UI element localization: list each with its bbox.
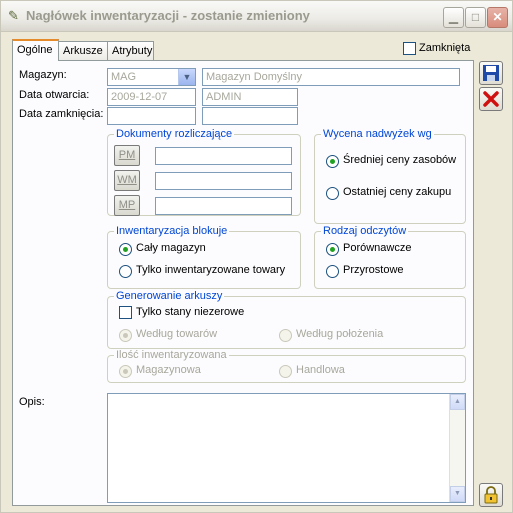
opis-label: Opis: xyxy=(19,396,45,408)
dokumenty-title: Dokumenty rozliczające xyxy=(114,128,235,140)
document-edit-icon: ✎ xyxy=(8,8,19,23)
window-title: Nagłówek inwentaryzacji - zostanie zmien… xyxy=(26,8,310,23)
ilosc-handlowa-radio[interactable] xyxy=(279,365,292,378)
generowanie-title: Generowanie arkuszy xyxy=(114,290,225,302)
wycena-srednia-label: Średniej ceny zasobów xyxy=(343,154,457,166)
closed-checkbox-label: Zamknięta xyxy=(419,42,471,54)
tab-arkusze[interactable]: Arkusze xyxy=(58,41,108,60)
wedlug-polozenia-label: Według położenia xyxy=(296,328,384,340)
magazyn-name-field[interactable]: Magazyn Domyślny xyxy=(202,68,460,86)
tab-label: Atrybuty xyxy=(112,45,153,57)
pm-button[interactable]: PM xyxy=(114,145,140,166)
ilosc-group: Ilość inwentaryzowana Magazynowa Handlow… xyxy=(107,349,466,383)
odczyty-przyrostowe-label: Przyrostowe xyxy=(343,264,404,276)
lock-icon xyxy=(484,486,498,504)
close-button[interactable]: ✕ xyxy=(487,7,508,28)
data-otwarcia-field[interactable]: 2009-12-07 xyxy=(107,88,196,106)
blokuje-group: Inwentaryzacja blokuje Cały magazyn Tylk… xyxy=(107,225,301,289)
mp-button[interactable]: MP xyxy=(114,195,140,216)
maximize-button[interactable]: □ xyxy=(465,7,486,28)
tab-label: Ogólne xyxy=(17,44,53,56)
odczyty-porownawcze-radio[interactable] xyxy=(326,243,339,256)
blokuje-caly-radio[interactable] xyxy=(119,243,132,256)
odczyty-porownawcze-label: Porównawcze xyxy=(343,242,412,254)
magazyn-label: Magazyn: xyxy=(19,69,67,81)
closed-checkbox[interactable] xyxy=(403,42,416,55)
mp-field[interactable] xyxy=(155,197,292,215)
odczyty-przyrostowe-radio[interactable] xyxy=(326,265,339,278)
operator-field[interactable]: ADMIN xyxy=(202,88,298,106)
dokumenty-group: Dokumenty rozliczające PM WM MP xyxy=(107,128,301,216)
wycena-group: Wycena nadwyżek wg Średniej ceny zasobów… xyxy=(314,128,466,224)
wycena-srednia-radio[interactable] xyxy=(326,155,339,168)
ilosc-magazynowa-radio[interactable] xyxy=(119,365,132,378)
opis-textarea[interactable]: ▲ ▼ xyxy=(107,393,466,503)
cancel-icon xyxy=(483,91,499,107)
ilosc-magazynowa-label: Magazynowa xyxy=(136,364,201,376)
save-icon xyxy=(483,65,499,81)
tylko-niezerowe-label: Tylko stany niezerowe xyxy=(136,306,245,318)
magazyn-select[interactable]: MAG ▼ xyxy=(107,68,196,86)
tab-panel-ogolne: Magazyn: MAG ▼ Magazyn Domyślny Data otw… xyxy=(12,60,474,506)
wedlug-towarow-label: Według towarów xyxy=(136,328,218,340)
tab-label: Arkusze xyxy=(63,45,103,57)
scroll-up-icon[interactable]: ▲ xyxy=(450,394,465,410)
data-zamkniecia-operator-field[interactable] xyxy=(202,107,298,125)
title-bar: ✎ Nagłówek inwentaryzacji - zostanie zmi… xyxy=(1,1,512,32)
data-zamkniecia-label: Data zamknięcia: xyxy=(19,108,104,120)
tab-atrybuty[interactable]: Atrybuty xyxy=(107,41,154,60)
blokuje-towary-radio[interactable] xyxy=(119,265,132,278)
blokuje-caly-label: Cały magazyn xyxy=(136,242,206,254)
wm-field[interactable] xyxy=(155,172,292,190)
lock-button[interactable] xyxy=(479,483,503,507)
generowanie-group: Generowanie arkuszy Tylko stany niezerow… xyxy=(107,290,466,349)
scroll-down-icon[interactable]: ▼ xyxy=(450,486,465,502)
blokuje-title: Inwentaryzacja blokuje xyxy=(114,225,230,237)
pm-field[interactable] xyxy=(155,147,292,165)
wycena-ostatnia-label: Ostatniej ceny zakupu xyxy=(343,186,452,198)
save-button[interactable] xyxy=(479,61,503,85)
tylko-niezerowe-checkbox[interactable] xyxy=(119,306,132,319)
data-otwarcia-label: Data otwarcia: xyxy=(19,89,90,101)
opis-scrollbar[interactable]: ▲ ▼ xyxy=(449,394,465,502)
wedlug-towarow-radio[interactable] xyxy=(119,329,132,342)
dialog-window: ✎ Nagłówek inwentaryzacji - zostanie zmi… xyxy=(0,0,513,513)
wm-button[interactable]: WM xyxy=(114,170,140,191)
odczyty-group: Rodzaj odczytów Porównawcze Przyrostowe xyxy=(314,225,466,289)
wycena-ostatnia-radio[interactable] xyxy=(326,187,339,200)
magazyn-code: MAG xyxy=(111,71,137,83)
odczyty-title: Rodzaj odczytów xyxy=(321,225,409,237)
wycena-title: Wycena nadwyżek wg xyxy=(321,128,434,140)
chevron-down-icon[interactable]: ▼ xyxy=(178,69,195,85)
ilosc-title: Ilość inwentaryzowana xyxy=(114,349,229,361)
wedlug-polozenia-radio[interactable] xyxy=(279,329,292,342)
blokuje-towary-label: Tylko inwentaryzowane towary xyxy=(136,264,286,276)
minimize-button[interactable]: ▁ xyxy=(443,7,464,28)
tab-ogolne[interactable]: Ogólne xyxy=(12,39,59,61)
cancel-button[interactable] xyxy=(479,87,503,111)
ilosc-handlowa-label: Handlowa xyxy=(296,364,345,376)
data-zamkniecia-field[interactable] xyxy=(107,107,196,125)
